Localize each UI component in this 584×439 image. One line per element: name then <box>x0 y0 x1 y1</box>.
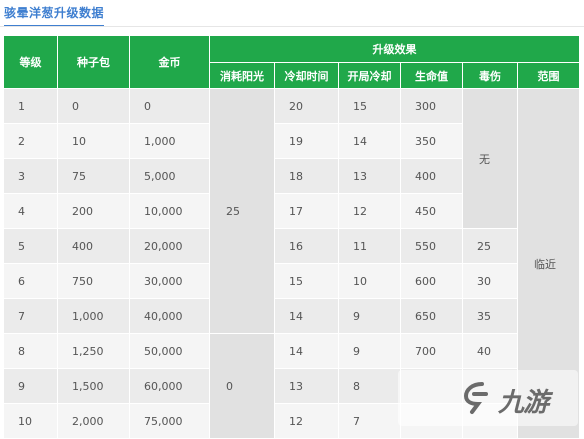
cell-start-cooldown: 13 <box>338 158 401 194</box>
cell-start-cooldown: 12 <box>338 193 401 229</box>
cell-sun-cost-merged: 25 <box>209 88 275 334</box>
cell-start-cooldown: 8 <box>338 368 401 404</box>
cell-level: 8 <box>3 333 58 369</box>
cell-seed-pack: 10 <box>57 123 130 159</box>
cell-seed-pack: 400 <box>57 228 130 264</box>
cell-seed-pack: 2,000 <box>57 403 130 439</box>
jiuyou-logo-icon <box>463 382 488 414</box>
cell-gold: 40,000 <box>129 298 210 334</box>
cell-start-cooldown: 15 <box>338 88 401 124</box>
table-row: 1 0 0 25 20 15 300 无 临近 <box>3 88 580 439</box>
cell-level: 10 <box>3 403 58 439</box>
cell-cooldown: 20 <box>274 88 339 124</box>
cell-cooldown: 18 <box>274 158 339 194</box>
header-range: 范围 <box>517 62 580 89</box>
table-row: 8 1,250 50,000 0 14 9 700 40 <box>3 333 580 439</box>
cell-cooldown: 12 <box>274 403 339 439</box>
cell-gold: 1,000 <box>129 123 210 159</box>
cell-hp: 350 <box>400 123 463 159</box>
cell-level: 3 <box>3 158 58 194</box>
cell-seed-pack: 1,250 <box>57 333 130 369</box>
cell-poison: 25 <box>462 228 518 264</box>
cell-seed-pack: 200 <box>57 193 130 229</box>
cell-poison: 35 <box>462 298 518 334</box>
header-seed-pack: 种子包 <box>57 35 130 89</box>
cell-start-cooldown: 7 <box>338 403 401 439</box>
cell-cooldown: 14 <box>274 298 339 334</box>
cell-seed-pack: 75 <box>57 158 130 194</box>
cell-gold: 20,000 <box>129 228 210 264</box>
cell-level: 7 <box>3 298 58 334</box>
header-gold: 金币 <box>129 35 210 89</box>
cell-sun-cost-merged: 0 <box>209 333 275 439</box>
cell-start-cooldown: 9 <box>338 333 401 369</box>
cell-cooldown: 16 <box>274 228 339 264</box>
cell-gold: 75,000 <box>129 403 210 439</box>
cell-seed-pack: 750 <box>57 263 130 299</box>
table-row: 7 1,000 40,000 14 9 650 35 <box>3 298 580 334</box>
cell-cooldown: 14 <box>274 333 339 369</box>
table-row: 5 400 20,000 16 11 550 25 <box>3 228 580 264</box>
cell-gold: 50,000 <box>129 333 210 369</box>
cell-start-cooldown: 14 <box>338 123 401 159</box>
page-title: 骇晕洋葱升级数据 <box>4 4 105 27</box>
watermark: 九游 <box>398 370 578 426</box>
header-cooldown: 冷却时间 <box>274 62 339 89</box>
header-upgrade-effect: 升级效果 <box>209 35 580 63</box>
title-divider <box>0 26 584 27</box>
cell-level: 6 <box>3 263 58 299</box>
cell-gold: 0 <box>129 88 210 124</box>
cell-gold: 10,000 <box>129 193 210 229</box>
cell-cooldown: 13 <box>274 368 339 404</box>
cell-hp: 550 <box>400 228 463 264</box>
cell-hp: 400 <box>400 158 463 194</box>
cell-seed-pack: 0 <box>57 88 130 124</box>
cell-poison-merged: 无 <box>462 88 518 229</box>
cell-start-cooldown: 11 <box>338 228 401 264</box>
header-sun-cost: 消耗阳光 <box>209 62 275 89</box>
cell-poison: 40 <box>462 333 518 369</box>
header-hp: 生命值 <box>400 62 463 89</box>
cell-start-cooldown: 10 <box>338 263 401 299</box>
cell-level: 4 <box>3 193 58 229</box>
header-start-cooldown: 开局冷却 <box>338 62 401 89</box>
cell-level: 9 <box>3 368 58 404</box>
cell-hp: 450 <box>400 193 463 229</box>
cell-hp: 300 <box>400 88 463 124</box>
cell-start-cooldown: 9 <box>338 298 401 334</box>
cell-cooldown: 17 <box>274 193 339 229</box>
cell-gold: 5,000 <box>129 158 210 194</box>
header-level: 等级 <box>3 35 58 89</box>
cell-poison: 30 <box>462 263 518 299</box>
cell-gold: 60,000 <box>129 368 210 404</box>
cell-seed-pack: 1,500 <box>57 368 130 404</box>
header-poison: 毒伤 <box>462 62 518 89</box>
cell-gold: 30,000 <box>129 263 210 299</box>
cell-cooldown: 15 <box>274 263 339 299</box>
cell-level: 2 <box>3 123 58 159</box>
cell-level: 5 <box>3 228 58 264</box>
table-row: 6 750 30,000 15 10 600 30 <box>3 263 580 299</box>
watermark-text: 九游 <box>498 388 549 418</box>
cell-hp: 700 <box>400 333 463 369</box>
cell-seed-pack: 1,000 <box>57 298 130 334</box>
cell-hp: 650 <box>400 298 463 334</box>
cell-level: 1 <box>3 88 58 124</box>
cell-cooldown: 19 <box>274 123 339 159</box>
cell-hp: 600 <box>400 263 463 299</box>
